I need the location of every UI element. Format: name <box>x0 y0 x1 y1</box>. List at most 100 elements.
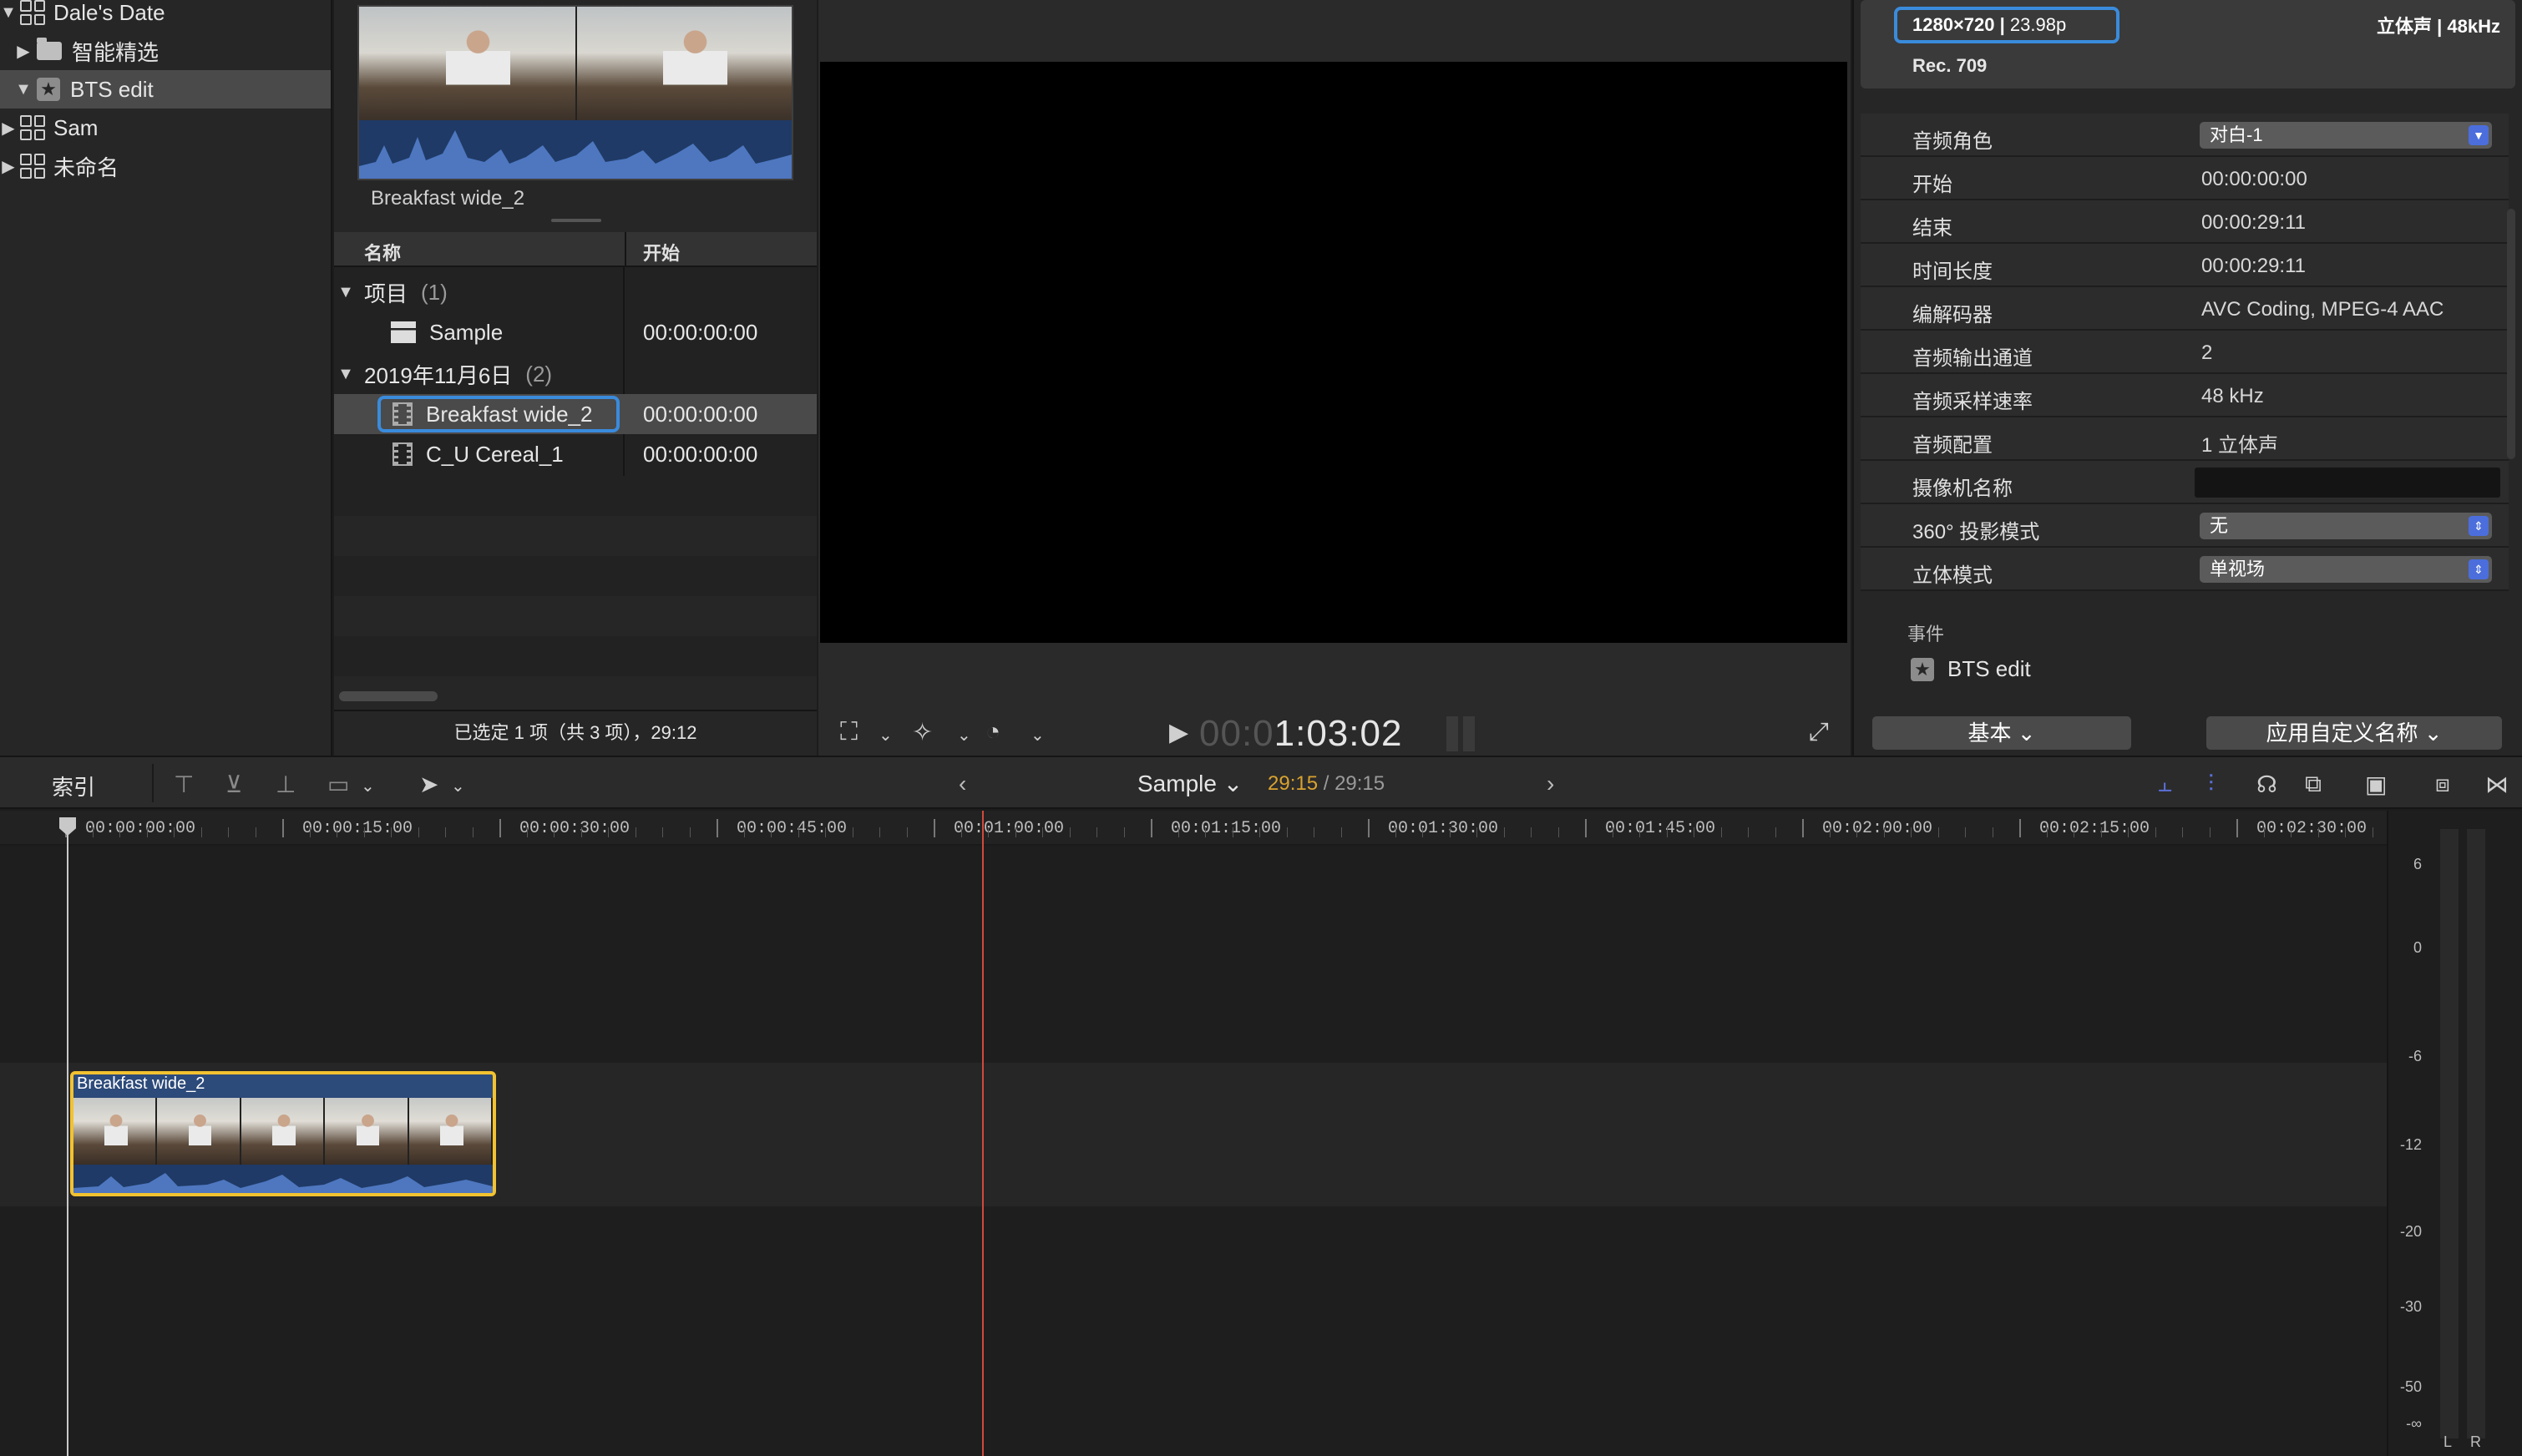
meter-scale-label: -20 <box>2399 1223 2422 1240</box>
ruler-minor-tick <box>1775 827 1776 837</box>
fullscreen-icon[interactable]: ⤢ <box>1809 718 1829 746</box>
ruler-minor-tick <box>608 827 609 837</box>
ruler-minor-tick <box>1937 827 1939 837</box>
library-untitled[interactable]: ▶ 未命名 <box>0 147 331 185</box>
ruler-minor-tick <box>1422 827 1423 837</box>
time-ruler[interactable]: 00:00:00:00 00:00:15:00 00:00:30:00 00:00:4… <box>0 811 2428 846</box>
chevron-down-icon[interactable]: ⌄ <box>1031 725 1045 746</box>
list-item[interactable]: C_U Cereal_1 00:00:00:00 <box>334 434 817 474</box>
library-label: 未命名 <box>53 154 119 180</box>
event-star-icon: ★ <box>1911 657 1934 681</box>
library-sidebar: ▼ Dale's Date ▶ 智能精选 ▼ ★ BTS edit ▶ Sam … <box>0 0 332 756</box>
ruler-minor-tick <box>445 827 446 837</box>
group-title: 2019年11月6日 <box>364 362 513 388</box>
ruler-minor-tick <box>92 827 94 837</box>
audio-skimming-icon[interactable]: ⫶ <box>2208 771 2214 798</box>
snapping-icon[interactable]: ⧉ <box>2305 771 2322 798</box>
prop-sample-rate: 音频采样速率 48 kHz <box>1861 374 2509 417</box>
index-button[interactable]: 索引 <box>52 771 95 801</box>
playhead[interactable] <box>67 817 68 1456</box>
prop-start: 开始 00:00:00:00 <box>1861 157 2509 200</box>
group-row-date[interactable]: ▼ 2019年11月6日 (2) <box>334 354 817 394</box>
item-name: Sample <box>429 319 504 345</box>
timeline[interactable]: 00:00:00:00 00:00:15:00 00:00:30:00 00:00:4… <box>0 811 2428 1456</box>
ruler-minor-tick <box>2046 827 2048 837</box>
group-title: 项目 <box>364 281 408 306</box>
ruler-tick-label: 00:00:00:00 <box>85 819 196 838</box>
smart-collection-folder[interactable]: ▶ 智能精选 <box>0 32 331 70</box>
library-grid-icon <box>20 0 45 25</box>
transform-crop-icon[interactable]: ⛶ <box>840 718 858 746</box>
ruler-tick-label: 00:02:15:00 <box>2039 819 2150 838</box>
ruler-minor-tick <box>363 827 365 837</box>
projection-mode-select[interactable]: 无 ⇕ <box>2200 513 2492 539</box>
metadata-view-button[interactable]: 基本 ⌄ <box>1872 716 2131 750</box>
inspector: 1280×720 | 23.98p 立体声 | 48kHz Rec. 709 音… <box>1852 0 2522 756</box>
filmstrip-thumbnail[interactable] <box>357 5 793 180</box>
ruler-minor-tick <box>1395 827 1396 837</box>
disclosure-closed-icon[interactable]: ▶ <box>15 41 32 62</box>
append-clip-icon[interactable]: ⊥ <box>276 771 296 798</box>
library-dales-date[interactable]: ▼ Dale's Date <box>0 0 331 32</box>
library-sam[interactable]: ▶ Sam <box>0 109 331 147</box>
column-header-start[interactable]: 开始 <box>643 239 680 265</box>
group-row-projects[interactable]: ▼ 项目 (1) <box>334 272 817 312</box>
vertical-scrollbar[interactable] <box>2507 209 2515 459</box>
select-tool-icon[interactable]: ➤ <box>419 771 438 798</box>
overwrite-clip-icon[interactable]: ▭ <box>327 771 349 798</box>
event-star-icon: ★ <box>37 78 60 101</box>
chevron-down-icon[interactable]: ⌄ <box>451 776 465 796</box>
timeline-toolbar: 索引 ⊤ ⊻ ⊥ ▭ ⌄ ➤ ⌄ ‹ Sample ⌄ 29:15 / 29:1… <box>0 756 2522 809</box>
audio-role-select[interactable]: 对白-1 ▼ <box>2200 122 2492 149</box>
ruler-major-tick <box>282 819 284 837</box>
ruler-minor-tick <box>1883 827 1885 837</box>
chevron-right-icon[interactable]: › <box>1547 771 1554 797</box>
horizontal-scrollbar[interactable] <box>339 691 438 701</box>
list-item[interactable]: Sample 00:00:00:00 <box>334 312 817 352</box>
folder-icon <box>37 38 62 60</box>
column-header-name[interactable]: 名称 <box>364 239 401 265</box>
ruler-minor-tick <box>391 827 392 837</box>
library-grid-icon <box>20 115 45 140</box>
chevron-down-icon[interactable]: ⌄ <box>957 725 971 746</box>
disclosure-closed-icon[interactable]: ▶ <box>0 118 17 139</box>
timeline-clip[interactable]: Breakfast wide_2 <box>70 1071 496 1196</box>
meter-scale-label: -6 <box>2408 1048 2422 1064</box>
chevron-down-icon[interactable]: ⌄ <box>361 776 375 796</box>
disclosure-closed-icon[interactable]: ▶ <box>0 156 17 177</box>
timecode-display[interactable]: 00:01:03:02 <box>1199 713 1402 755</box>
ruler-minor-tick <box>1856 827 1857 837</box>
ruler-tick-label: 00:00:45:00 <box>737 819 848 838</box>
chevron-down-icon[interactable]: ⌄ <box>879 725 893 746</box>
headphones-icon[interactable]: ☊ <box>2256 771 2277 798</box>
play-icon[interactable]: ▶ <box>1169 718 1188 747</box>
resize-handle[interactable] <box>551 219 601 222</box>
stereo-mode-select[interactable]: 单视场 ⇕ <box>2200 556 2492 583</box>
disclosure-open-icon[interactable]: ▼ <box>0 3 17 23</box>
clip-appearance-icon[interactable]: ▣ <box>2365 771 2387 798</box>
disclosure-open-icon[interactable]: ▼ <box>15 80 32 99</box>
stepper-icon: ⇕ <box>2469 559 2489 579</box>
group-count: (2) <box>525 361 553 387</box>
disclosure-open-icon[interactable]: ▼ <box>337 283 354 302</box>
ruler-tick-label: 00:01:45:00 <box>1605 819 1716 838</box>
project-name[interactable]: Sample ⌄ <box>1137 770 1243 797</box>
insert-clip-icon[interactable]: ⊻ <box>225 771 243 798</box>
ruler-tick-label: 00:01:00:00 <box>954 819 1065 838</box>
list-item-selected[interactable]: Breakfast wide_2 00:00:00:00 <box>334 394 817 434</box>
disclosure-open-icon[interactable]: ▼ <box>337 365 354 384</box>
retime-speed-icon[interactable]: ◔ <box>985 718 1000 746</box>
video-skimming-icon[interactable]: ⫠ <box>2158 771 2172 798</box>
chevron-left-icon[interactable]: ‹ <box>959 771 966 797</box>
apply-custom-name-button[interactable]: 应用自定义名称 ⌄ <box>2206 716 2502 750</box>
enhance-wand-icon[interactable]: ✧ <box>912 718 933 747</box>
camera-name-field[interactable] <box>2195 468 2500 498</box>
event-bts-edit[interactable]: ▼ ★ BTS edit <box>0 70 331 109</box>
audio-badge: 立体声 | 48kHz <box>2377 16 2500 37</box>
connect-clip-icon[interactable]: ⊤ <box>174 771 194 798</box>
transitions-icon[interactable]: ⋈ <box>2485 771 2509 798</box>
inspector-header: 1280×720 | 23.98p 立体声 | 48kHz Rec. 709 <box>1861 0 2515 88</box>
effects-browser-icon[interactable]: ⧈ <box>2435 771 2450 798</box>
video-canvas[interactable] <box>820 62 1847 643</box>
ruler-major-tick <box>1802 819 1804 837</box>
